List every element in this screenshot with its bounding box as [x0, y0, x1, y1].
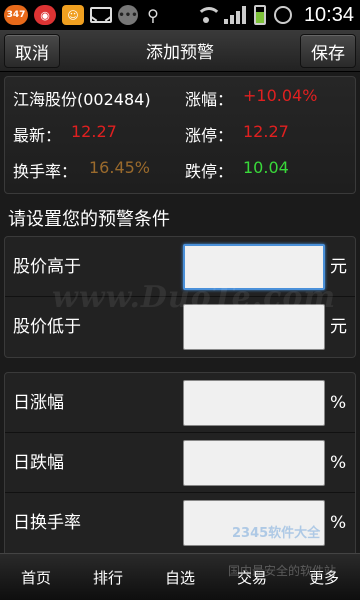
status-bar: 347 ◉ ☺ ••• ⚲ 10:34: [0, 0, 360, 30]
price-below-input[interactable]: [183, 304, 325, 350]
daily-rise-input[interactable]: [183, 380, 325, 426]
usb-icon: ⚲: [147, 5, 159, 25]
price-below-label: 股价低于: [13, 317, 81, 337]
stock-name-code: 江海股份(002484): [13, 90, 151, 109]
daily-turnover-row: 日换手率 %: [5, 493, 355, 553]
price-below-unit: 元: [330, 317, 347, 337]
turnover-label: 换手率：: [13, 162, 78, 181]
bottom-tab-bar: 首页 排行 自选 交易 更多: [0, 553, 360, 600]
daily-rise-label: 日涨幅: [13, 393, 64, 413]
daily-fall-label: 日跌幅: [13, 453, 64, 473]
daily-fall-unit: %: [330, 453, 347, 473]
dots-icon: •••: [118, 5, 138, 25]
price-above-label: 股价高于: [13, 257, 81, 277]
status-time: 10:34: [303, 3, 354, 26]
battery-icon: [253, 5, 266, 25]
change-pct-value: +10.04%: [243, 86, 318, 105]
price-above-input[interactable]: [183, 244, 325, 290]
price-above-unit: 元: [330, 257, 347, 277]
daily-rise-unit: %: [330, 393, 347, 413]
notification-badge-icon: 347: [4, 5, 28, 25]
stock-info-panel: 江海股份(002484) 涨幅： +10.04% 最新： 12.27 涨停： 1…: [4, 76, 356, 194]
change-pct-label: 涨幅：: [185, 90, 234, 109]
conditions-section-title: 请设置您的预警条件: [8, 209, 170, 230]
daily-fall-row: 日跌幅 %: [5, 433, 355, 493]
price-condition-group: 股价高于 元 股价低于 元: [4, 236, 356, 358]
cancel-button[interactable]: 取消: [4, 34, 60, 68]
wifi-icon: [195, 7, 222, 23]
price-above-row: 股价高于 元: [5, 237, 355, 297]
tab-ranking[interactable]: 排行: [72, 554, 144, 600]
price-below-row: 股价低于 元: [5, 297, 355, 357]
page-title: 添加预警: [146, 43, 214, 63]
alarm-icon: [273, 6, 292, 24]
qq-icon: ☺: [62, 5, 84, 25]
limit-up-label: 涨停：: [185, 126, 234, 145]
weibo-icon: ◉: [34, 5, 56, 25]
tab-trade[interactable]: 交易: [216, 554, 288, 600]
daily-turnover-input[interactable]: [183, 500, 325, 546]
pct-condition-group: 日涨幅 % 日跌幅 % 日换手率 %: [4, 372, 356, 558]
daily-rise-row: 日涨幅 %: [5, 373, 355, 433]
latest-value: 12.27: [71, 122, 117, 141]
daily-fall-input[interactable]: [183, 440, 325, 486]
title-bar: 取消 添加预警 保存: [0, 30, 360, 72]
daily-turnover-label: 日换手率: [13, 513, 81, 533]
signal-icon: [223, 6, 246, 24]
save-button[interactable]: 保存: [300, 34, 356, 68]
limit-down-label: 跌停：: [185, 162, 234, 181]
tab-more[interactable]: 更多: [288, 554, 360, 600]
tab-home[interactable]: 首页: [0, 554, 72, 600]
turnover-value: 16.45%: [89, 158, 151, 177]
tab-watchlist[interactable]: 自选: [144, 554, 216, 600]
latest-label: 最新：: [13, 126, 62, 145]
limit-up-value: 12.27: [243, 122, 289, 141]
mail-icon: [90, 7, 112, 23]
daily-turnover-unit: %: [330, 513, 347, 533]
limit-down-value: 10.04: [243, 158, 289, 177]
